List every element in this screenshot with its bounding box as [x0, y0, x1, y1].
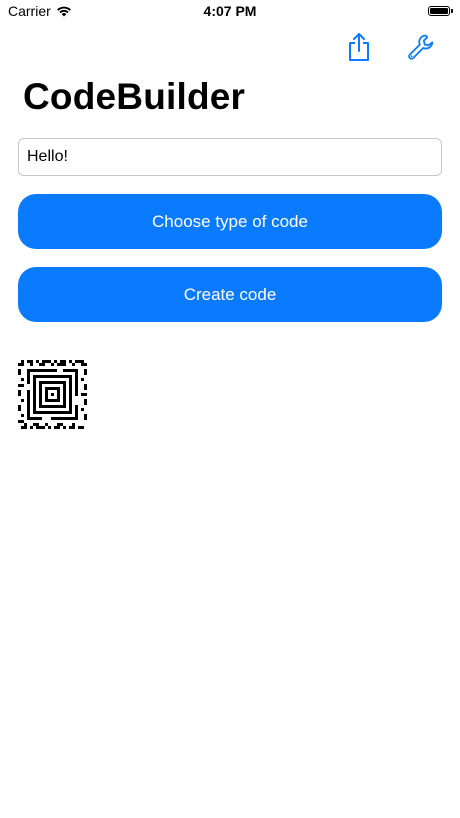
page-title: CodeBuilder	[23, 76, 246, 117]
code-text-input[interactable]	[18, 138, 442, 176]
wrench-icon	[408, 34, 434, 60]
choose-code-type-button[interactable]: Choose type of code	[18, 194, 442, 249]
settings-button[interactable]	[404, 30, 438, 64]
generated-code-image	[18, 360, 87, 429]
battery-icon	[428, 6, 453, 16]
status-bar: Carrier 4:07 PM	[0, 0, 460, 24]
share-button[interactable]	[342, 30, 376, 64]
status-time: 4:07 PM	[203, 3, 257, 19]
share-icon	[349, 33, 369, 61]
create-code-button[interactable]: Create code	[18, 267, 442, 322]
battery-fill	[430, 8, 448, 14]
